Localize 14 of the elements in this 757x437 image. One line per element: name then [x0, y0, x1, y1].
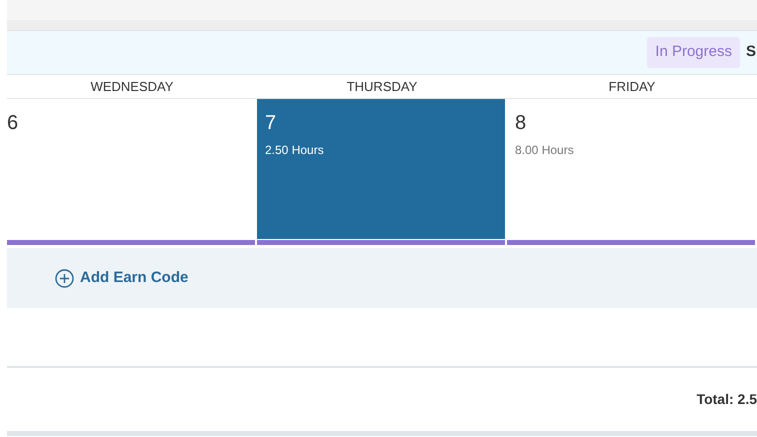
header-text: S — [746, 42, 756, 62]
day-header: WEDNESDAY — [90, 78, 174, 96]
hours-text: 8.00 Hours — [515, 142, 574, 159]
day-cell[interactable]: 7 2.50 Hours — [257, 99, 505, 239]
status-badge: In Progress — [647, 37, 740, 68]
plus-circle-icon — [55, 268, 74, 288]
hours-text: 2.50 Hours — [265, 142, 324, 159]
add-earn-code-button[interactable]: Add Earn Code — [55, 266, 188, 290]
day-number: 7 — [265, 111, 276, 135]
day-header: FRIDAY — [608, 78, 656, 96]
total-text: Total: 2.5 — [696, 390, 757, 409]
day-number: 6 — [7, 111, 18, 135]
day-number: 8 — [515, 111, 526, 135]
day-header: THURSDAY — [346, 78, 418, 96]
